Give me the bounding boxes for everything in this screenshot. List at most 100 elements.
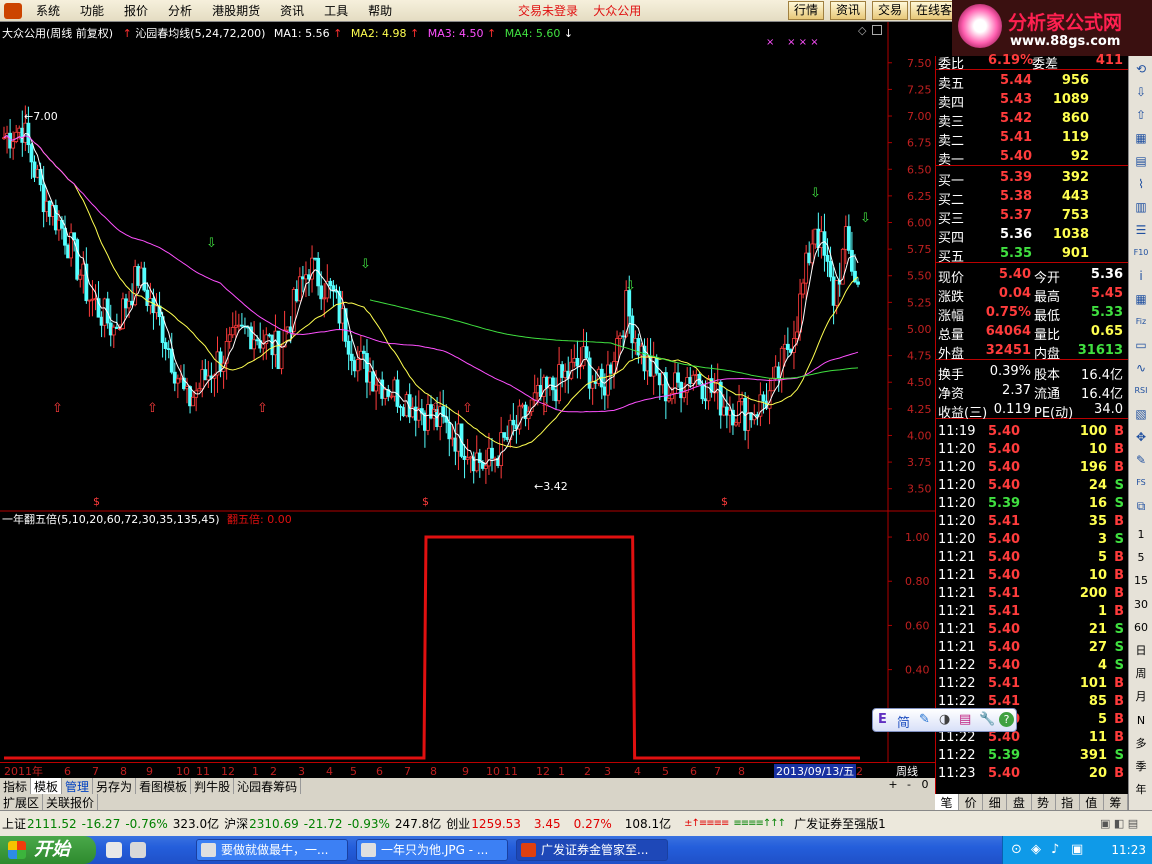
sh-index-label[interactable]: 上证 xyxy=(2,815,26,832)
menu-tools[interactable]: 工具 xyxy=(314,2,358,19)
chart-icon[interactable]: ⌇ xyxy=(1131,175,1151,193)
tray-network-icon[interactable]: ⊙ xyxy=(1011,842,1022,857)
chart-maximize-icon[interactable] xyxy=(872,25,882,35)
clock[interactable]: 11:23 xyxy=(1111,843,1146,857)
tab-ticks[interactable]: 笔 xyxy=(935,794,960,810)
tab-price[interactable]: 价 xyxy=(959,794,984,810)
quotes-button[interactable]: 行情 xyxy=(788,1,825,20)
trade-button[interactable]: 交易 xyxy=(872,1,909,20)
wave-icon[interactable]: ∿ xyxy=(1131,359,1151,377)
zoom-reset-button[interactable]: 0 xyxy=(918,778,932,791)
table-icon[interactable]: ▦ xyxy=(1131,129,1151,147)
menu-hk-futures[interactable]: 港股期货 xyxy=(202,2,270,19)
tab-index[interactable]: 指 xyxy=(1056,794,1080,810)
tab-detail[interactable]: 细 xyxy=(983,794,1008,810)
float-keyboard-icon[interactable]: ▤ xyxy=(959,712,971,727)
hs-index-label[interactable]: 沪深 xyxy=(224,815,248,832)
tab-save-as[interactable]: 另存为 xyxy=(93,777,137,795)
period-button[interactable]: 15 xyxy=(1131,572,1151,590)
info-icon[interactable]: i xyxy=(1131,267,1151,285)
period-button[interactable]: 周 xyxy=(1131,665,1151,683)
up-icon[interactable]: ⇧ xyxy=(1131,106,1151,124)
tab-manage[interactable]: 管理 xyxy=(62,777,94,795)
chart-collapse-icon[interactable]: ◇ xyxy=(858,24,866,37)
tab-value[interactable]: 值 xyxy=(1080,794,1104,810)
float-help-icon[interactable]: ? xyxy=(999,712,1014,727)
menu-system[interactable]: 系统 xyxy=(26,2,70,19)
float-moon-icon[interactable]: ◑ xyxy=(939,712,950,727)
indicator-chart[interactable]: 1.000.800.600.400.20 一年翻五倍(5,10,20,60,72… xyxy=(0,512,935,762)
menu-analysis[interactable]: 分析 xyxy=(158,2,202,19)
period-button[interactable]: 1 xyxy=(1131,526,1151,544)
menu-function[interactable]: 功能 xyxy=(70,2,114,19)
period-button[interactable]: 30 xyxy=(1131,596,1151,614)
fiz-icon[interactable]: Fiz xyxy=(1131,313,1151,331)
period-button[interactable]: 5 xyxy=(1131,549,1151,567)
refresh-icon[interactable]: ⟲ xyxy=(1131,60,1151,78)
zoom-in-button[interactable]: + xyxy=(886,778,900,791)
news-button[interactable]: 资讯 xyxy=(830,1,867,20)
menu-news[interactable]: 资讯 xyxy=(270,2,314,19)
quick-launch-desktop-icon[interactable] xyxy=(130,842,146,858)
move-icon[interactable]: ✥ xyxy=(1131,428,1151,446)
menu-quote[interactable]: 报价 xyxy=(114,2,158,19)
kline-icon[interactable]: ▤ xyxy=(1131,152,1151,170)
indicator-name[interactable]: 沁园春均线(5,24,72,200) xyxy=(135,27,265,40)
float-pen-icon[interactable]: ✎ xyxy=(919,712,930,727)
indicator-svg[interactable]: 1.000.800.600.400.20 xyxy=(0,512,935,762)
float-e-icon[interactable]: E xyxy=(878,712,887,727)
list-icon[interactable]: ☰ xyxy=(1131,221,1151,239)
cy-index-label[interactable]: 创业 xyxy=(446,815,470,832)
kline-chart[interactable]: 7.50 7.25 7.00 6.75 6.50 6.25 6.00 5.75 5.50 5.25… xyxy=(0,22,935,512)
tab-chips[interactable]: 筹 xyxy=(1104,794,1128,810)
down-icon[interactable]: ⇩ xyxy=(1131,83,1151,101)
period-button[interactable]: 月 xyxy=(1131,688,1151,706)
pen-icon[interactable]: ✎ xyxy=(1131,451,1151,469)
tab-indicator[interactable]: 指标 xyxy=(0,777,32,795)
taskbar-item-browser[interactable]: 要做就做最牛，一... xyxy=(196,839,348,861)
float-wrench-icon[interactable]: 🔧 xyxy=(979,712,995,727)
grid-icon[interactable]: ▦ xyxy=(1131,290,1151,308)
kline-svg[interactable]: 7.50 7.25 7.00 6.75 6.50 6.25 6.00 5.75 5.50 5.25… xyxy=(0,22,935,512)
fs-icon[interactable]: FS xyxy=(1131,474,1151,492)
taskbar-item-trading-app[interactable]: 广发证券金管家至... xyxy=(516,839,668,861)
tab-board[interactable]: 盘 xyxy=(1007,794,1032,810)
period-button[interactable]: 60 xyxy=(1131,619,1151,637)
buy-volume: 392 xyxy=(1061,170,1089,185)
start-button[interactable]: 开始 xyxy=(0,836,96,864)
period-button[interactable]: N xyxy=(1131,712,1151,730)
period-button[interactable]: 季 xyxy=(1131,758,1151,776)
tray-sound-icon[interactable]: ♪ xyxy=(1051,842,1059,857)
tray-monitor-icon[interactable]: ▣ xyxy=(1071,842,1083,857)
period-button[interactable]: 多 xyxy=(1131,735,1151,753)
tab-related-quotes[interactable]: 关联报价 xyxy=(43,793,99,811)
sub-chart-title[interactable]: 一年翻五倍(5,10,20,60,72,30,35,135,45) xyxy=(2,513,220,526)
link-icon[interactable]: ⧉ xyxy=(1131,497,1151,515)
floating-toolbar[interactable]: E 简 ✎ ◑ ▤ 🔧 ? xyxy=(872,708,1017,732)
status-tray-icons[interactable]: ▣ ◧ ▤ xyxy=(1100,817,1138,830)
period-button[interactable]: 日 xyxy=(1131,642,1151,660)
trade-status[interactable]: 交易未登录 大众公用 xyxy=(518,2,641,19)
quick-launch-ie-icon[interactable] xyxy=(106,842,122,858)
zoom-out-button[interactable]: - xyxy=(902,778,916,791)
tray-app-icon[interactable]: ◈ xyxy=(1031,842,1041,857)
float-simple-icon[interactable]: 简 xyxy=(897,712,910,731)
rsi-icon[interactable]: RSI xyxy=(1131,382,1151,400)
tab-chart-template[interactable]: 看图模板 xyxy=(136,777,192,795)
taskbar-item-image[interactable]: 一年只为他.JPG - ... xyxy=(356,839,508,861)
tab-extension-area[interactable]: 扩展区 xyxy=(0,793,44,811)
trade-login-link[interactable]: 交易未登录 xyxy=(518,4,578,18)
tab-bull-stock[interactable]: 判牛股 xyxy=(191,777,235,795)
tab-template[interactable]: 模板 xyxy=(31,777,63,795)
candle-body xyxy=(81,263,86,276)
menu-help[interactable]: 帮助 xyxy=(358,2,402,19)
layout-icon[interactable]: ▭ xyxy=(1131,336,1151,354)
f10-icon[interactable]: F10 xyxy=(1131,244,1151,262)
bar-icon[interactable]: ▥ xyxy=(1131,198,1151,216)
online-service-button[interactable]: 在线客 xyxy=(910,1,959,20)
period-button[interactable]: 年 xyxy=(1131,781,1151,799)
stats-icon[interactable]: ▧ xyxy=(1131,405,1151,423)
tab-trend[interactable]: 势 xyxy=(1032,794,1056,810)
stock-name-link[interactable]: 大众公用 xyxy=(593,4,641,18)
tab-chip-distribution[interactable]: 沁园春筹码 xyxy=(234,777,302,795)
